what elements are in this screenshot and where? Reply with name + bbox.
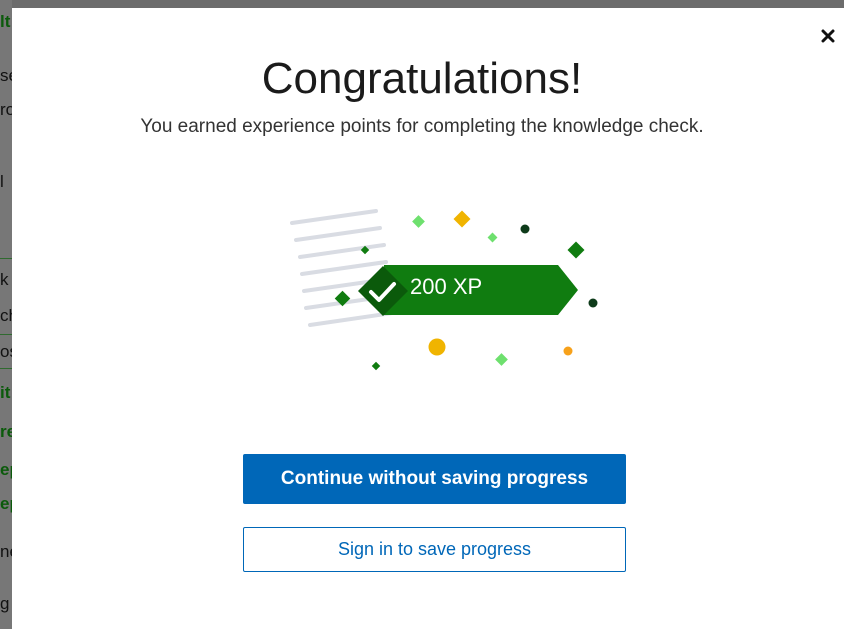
- background-text-fragment: ep: [0, 494, 12, 513]
- background-text-fragment: ne: [0, 542, 12, 561]
- confetti: [412, 215, 425, 228]
- confetti: [428, 338, 446, 356]
- confetti: [563, 346, 573, 356]
- background-text-fragment: g: [0, 594, 10, 613]
- xp-amount-label: 200 XP: [410, 274, 483, 299]
- continue-without-saving-button[interactable]: Continue without saving progress: [243, 454, 626, 504]
- background-top-bar: [0, 0, 844, 8]
- confetti: [567, 241, 585, 259]
- confetti: [487, 232, 498, 243]
- confetti: [453, 210, 471, 228]
- confetti: [495, 353, 508, 366]
- sign-in-button[interactable]: Sign in to save progress: [243, 527, 626, 572]
- congratulations-dialog: Congratulations! You earned experience p…: [12, 8, 844, 629]
- background-text-fragment: ep: [0, 460, 12, 479]
- xp-badge-illustration: [290, 209, 598, 371]
- background-text-fragment: re: [0, 422, 12, 441]
- confetti: [371, 361, 381, 371]
- confetti: [520, 224, 530, 234]
- confetti: [588, 298, 598, 308]
